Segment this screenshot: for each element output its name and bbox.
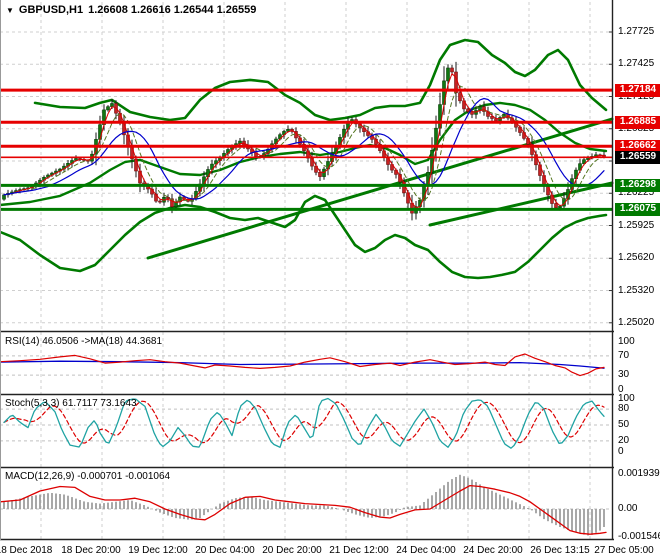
rsi-axis-label: 30: [618, 369, 630, 381]
time-axis-label: 26 Dec 13:15: [530, 545, 590, 556]
time-axis-label: 24 Dec 04:00: [396, 545, 456, 556]
price-axis-label: 1.25320: [618, 284, 655, 296]
rsi-axis-label: 100: [618, 335, 635, 347]
price-badge-resistance: 1.27184: [615, 83, 660, 97]
macd-indicator-label: MACD(12,26,9) -0.000701 -0.001064: [5, 471, 171, 482]
time-axis-label: 27 Dec 05:00: [594, 545, 654, 556]
stoch-axis-label: 0: [618, 445, 624, 457]
trading-terminal-chart-window: 18 Dec 2018 18 Dec 20:00 19 Dec 12:00 20 De…: [0, 0, 660, 560]
chart-ohlc-values: 1.26608 1.26616 1.26544 1.26559: [88, 4, 257, 16]
symbol-dropdown-icon[interactable]: ▼: [6, 5, 14, 16]
time-axis[interactable]: 18 Dec 2018 18 Dec 20:00 19 Dec 12:00 20 De…: [0, 541, 660, 560]
stoch-axis-label: 100: [618, 392, 635, 404]
price-axis-label: 1.25020: [618, 316, 655, 328]
price-badge-support: 1.26075: [615, 202, 660, 216]
price-axis[interactable]: [614, 0, 660, 541]
price-axis-label: 1.27425: [618, 58, 655, 70]
time-axis-label: 18 Dec 2018: [0, 545, 53, 556]
chart-symbol-title: GBPUSD,H1: [18, 4, 84, 16]
price-axis-label: 1.25925: [618, 219, 655, 231]
candlestick-series: [2, 61, 606, 221]
macd-histogram: [3, 474, 605, 536]
price-badge-price: 1.26559: [615, 150, 660, 164]
price-axis-label: 1.25620: [618, 252, 655, 264]
stoch-axis-label: 50: [618, 419, 630, 430]
chart-title-bar: ▼ GBPUSD,H1 1.26608 1.26616 1.26544 1.26…: [6, 4, 256, 16]
macd-axis-label: 0.00: [618, 503, 638, 514]
price-badge-resistance: 1.26885: [615, 115, 660, 129]
time-axis-label: 18 Dec 20:00: [61, 545, 121, 556]
stoch-axis-label: 80: [618, 403, 630, 415]
time-axis-label: 19 Dec 12:00: [128, 545, 188, 556]
price-badge-support: 1.26298: [615, 178, 660, 192]
rsi-axis-label: 70: [618, 349, 630, 361]
price-axis-label: 1.27725: [618, 26, 655, 37]
time-axis-label: 20 Dec 20:00: [262, 545, 322, 556]
time-axis-label: 24 Dec 20:00: [463, 545, 523, 556]
rsi-indicator-label: RSI(14) 46.0506 ->MA(18) 44.3681: [5, 336, 163, 347]
time-axis-label: 21 Dec 12:00: [329, 545, 389, 556]
macd-signal-line: [0, 484, 607, 535]
stochastic-indicator-label: Stoch(5,3,3) 61.7117 73.1643: [5, 398, 137, 409]
macd-axis-label: 0.001939: [618, 468, 660, 480]
stoch-axis-label: 20: [618, 434, 630, 446]
time-axis-label: 20 Dec 04:00: [195, 545, 255, 556]
rsi-ma-line: [0, 360, 605, 369]
rsi-line: [0, 353, 605, 377]
macd-axis-label: -0.001546: [618, 530, 660, 542]
